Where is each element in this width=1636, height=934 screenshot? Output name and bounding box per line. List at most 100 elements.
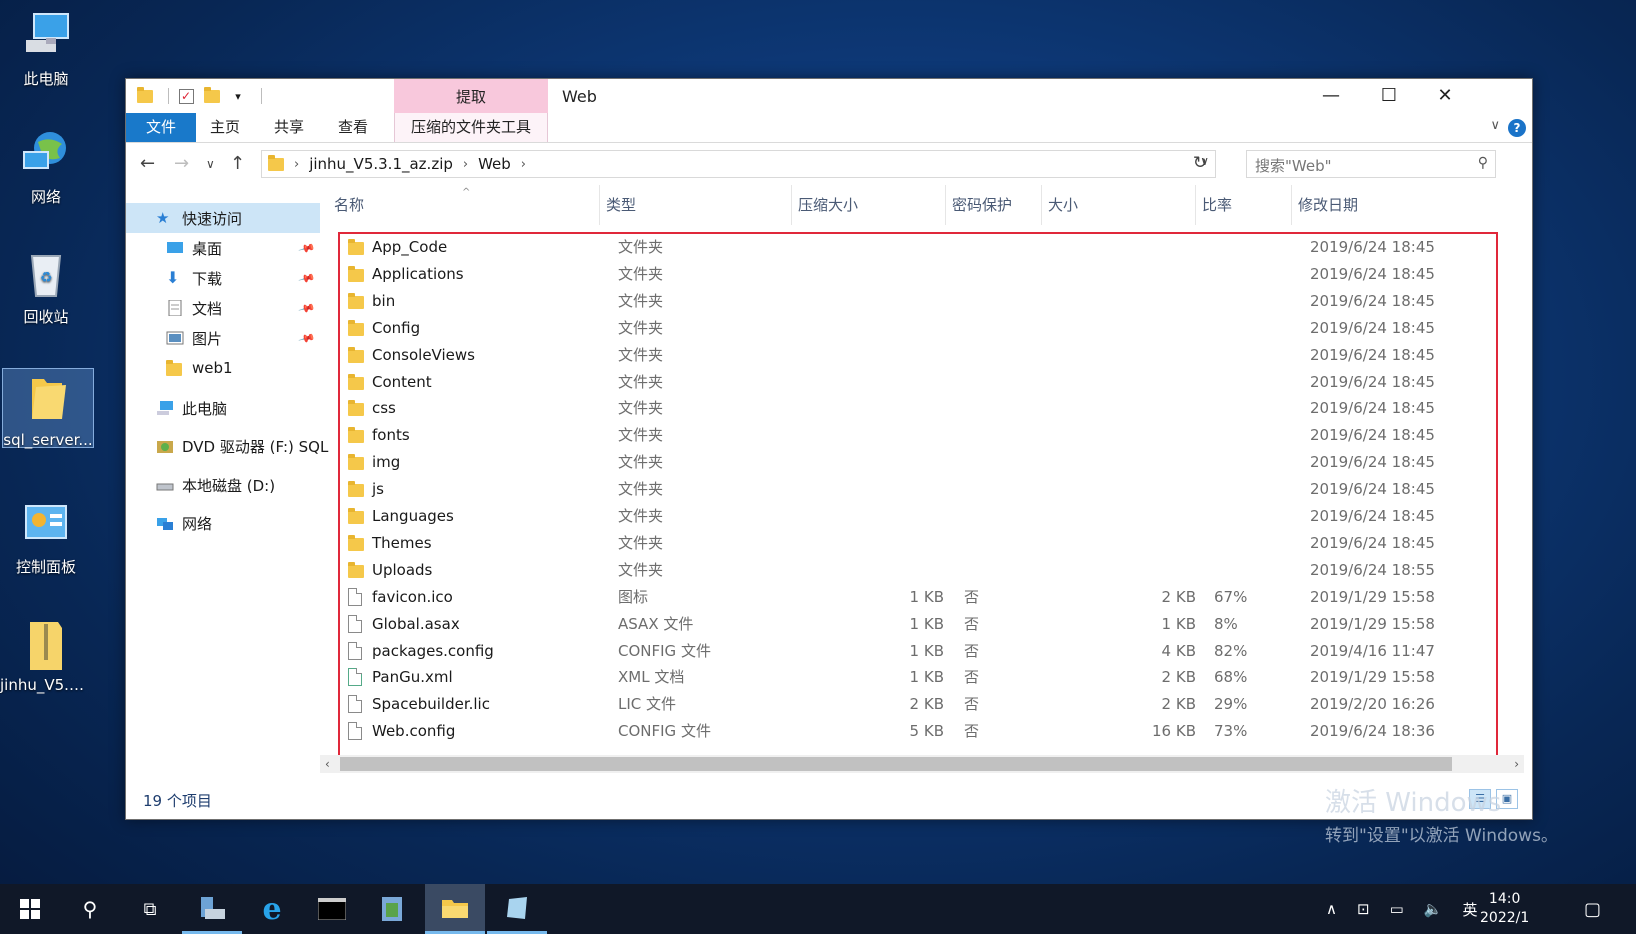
file-row[interactable]: Spacebuilder.lic LIC 文件 2 KB 否 2 KB 29% 2019/2… <box>328 691 1524 717</box>
tab-share[interactable]: 共享 <box>260 113 318 142</box>
tab-file[interactable]: 文件 <box>126 113 196 142</box>
folder-icon <box>348 346 364 363</box>
file-row[interactable]: Uploads 文件夹 2019/6/24 18:55 <box>328 557 1524 583</box>
sql-setup-icon[interactable] <box>487 884 547 934</box>
close-button[interactable]: ✕ <box>1416 79 1474 111</box>
pin-icon[interactable]: 📌 <box>298 329 316 347</box>
expand-ribbon-chevron-icon[interactable]: ∨ <box>1490 118 1500 133</box>
input-method-indicator[interactable]: 英 <box>1462 899 1477 920</box>
tab-view[interactable]: 查看 <box>324 113 382 142</box>
search-input[interactable]: 搜索"Web" ⚲ <box>1246 150 1496 178</box>
file-name: bin <box>372 291 396 310</box>
server-manager-icon[interactable] <box>182 884 242 934</box>
clock[interactable]: 14:0 2022/1 <box>1480 884 1529 934</box>
file-list-pane: 名称 ^ 类型 压缩大小 密码保护 大小 比率 修改日期 App_Code 文件夹… <box>328 185 1524 771</box>
customize-toolbar-chevron-icon[interactable]: ▾ <box>229 87 247 105</box>
file-row[interactable]: ConsoleViews 文件夹 2019/6/24 18:45 <box>328 342 1524 368</box>
desktop-icon-jinhu-zip[interactable]: jinhu_V5.3... <box>0 618 92 694</box>
file-row[interactable]: Themes 文件夹 2019/6/24 18:45 <box>328 530 1524 556</box>
file-row[interactable]: img 文件夹 2019/6/24 18:45 <box>328 449 1524 475</box>
column-header-size[interactable]: 大小 <box>1042 185 1196 225</box>
back-arrow-icon[interactable]: ← <box>140 153 155 174</box>
pin-icon[interactable]: 📌 <box>298 299 316 317</box>
nav-downloads[interactable]: ⬇ 下载 📌 <box>126 263 320 293</box>
help-icon[interactable]: ? <box>1508 119 1526 137</box>
breadcrumb-separator-icon: › <box>520 156 526 172</box>
nav-this-pc[interactable]: 此电脑 <box>126 393 320 423</box>
nav-pictures[interactable]: 图片 📌 <box>126 323 320 353</box>
navigation-pane: ★ 快速访问 桌面 📌 ⬇ 下载 📌 文档 📌 图片 📌 web1 此电脑 DV… <box>126 185 328 775</box>
nav-quick-access[interactable]: ★ 快速访问 <box>126 203 320 233</box>
column-header-modified-date[interactable]: 修改日期 <box>1292 185 1492 225</box>
file-row[interactable]: Languages 文件夹 2019/6/24 18:45 <box>328 503 1524 529</box>
forward-arrow-icon[interactable]: → <box>174 153 189 174</box>
nav-dvd-drive[interactable]: DVD 驱动器 (F:) SQL <box>126 431 328 461</box>
maximize-button[interactable]: ☐ <box>1360 79 1418 111</box>
address-bar[interactable]: › jinhu_V5.3.1_az.zip › Web › ∨ <box>261 150 1216 178</box>
command-prompt-icon[interactable] <box>302 884 362 934</box>
desktop-icon-network[interactable]: 网络 <box>0 128 92 207</box>
desktop-icon-control-panel[interactable]: 控制面板 <box>0 498 92 577</box>
installer-icon[interactable] <box>362 884 422 934</box>
file-row[interactable]: bin 文件夹 2019/6/24 18:45 <box>328 288 1524 314</box>
file-row[interactable]: packages.config CONFIG 文件 1 KB 否 4 KB 82% 2019… <box>328 638 1524 664</box>
scroll-left-arrow-icon[interactable]: ‹ <box>325 755 330 773</box>
file-row[interactable]: js 文件夹 2019/6/24 18:45 <box>328 476 1524 502</box>
horizontal-scrollbar[interactable]: ‹ › <box>320 755 1524 773</box>
desktop-icon-this-pc[interactable]: 此电脑 <box>0 10 92 89</box>
new-folder-icon[interactable] <box>203 86 221 105</box>
nav-documents[interactable]: 文档 📌 <box>126 293 320 323</box>
properties-icon[interactable]: ✓ <box>177 87 195 105</box>
tab-home[interactable]: 主页 <box>196 113 254 142</box>
tab-compressed-folder-tools[interactable]: 压缩的文件夹工具 <box>394 113 548 142</box>
volume-muted-icon[interactable]: 🔈 <box>1424 900 1443 918</box>
pin-icon[interactable]: 📌 <box>298 239 316 257</box>
column-header-ratio[interactable]: 比率 <box>1196 185 1292 225</box>
scrollbar-thumb[interactable] <box>340 757 1452 771</box>
internet-explorer-icon[interactable]: e <box>242 884 302 934</box>
column-header-password-protected[interactable]: 密码保护 <box>946 185 1042 225</box>
nav-web1[interactable]: web1 <box>126 353 320 383</box>
file-row[interactable]: Applications 文件夹 2019/6/24 18:45 <box>328 261 1524 287</box>
pin-icon[interactable]: 📌 <box>298 269 316 287</box>
search-icon[interactable]: ⚲ <box>60 884 120 934</box>
security-alert-icon[interactable]: ⊡ <box>1357 900 1370 918</box>
file-row[interactable]: css 文件夹 2019/6/24 18:45 <box>328 395 1524 421</box>
file-row[interactable]: App_Code 文件夹 2019/6/24 18:45 <box>328 234 1524 260</box>
folder-icon <box>348 373 364 390</box>
desktop-icon-sql-server-folder[interactable]: sql_server... <box>2 368 94 449</box>
address-row: ← → ∨ ↑ › jinhu_V5.3.1_az.zip › Web › ∨ … <box>126 145 1532 183</box>
breadcrumb-zip[interactable]: jinhu_V5.3.1_az.zip <box>309 155 453 173</box>
show-hidden-icons-chevron-icon[interactable]: ∧ <box>1326 900 1337 918</box>
recycle-bin-icon: ♻ <box>20 248 72 300</box>
scroll-right-arrow-icon[interactable]: › <box>1514 755 1519 773</box>
file-row[interactable]: favicon.ico 图标 1 KB 否 2 KB 67% 2019/1/29 15:58 <box>328 584 1524 610</box>
file-row[interactable]: fonts 文件夹 2019/6/24 18:45 <box>328 422 1524 448</box>
desktop-icon-recycle-bin[interactable]: ♻ 回收站 <box>0 248 92 327</box>
file-row[interactable]: Global.asax ASAX 文件 1 KB 否 1 KB 8% 2019/1/29 1… <box>328 611 1524 637</box>
file-row[interactable]: Content 文件夹 2019/6/24 18:45 <box>328 369 1524 395</box>
action-center-icon[interactable]: ▢ <box>1584 884 1601 934</box>
file-row[interactable]: PanGu.xml XML 文档 1 KB 否 2 KB 68% 2019/1/29 15:… <box>328 664 1524 690</box>
nav-network[interactable]: 网络 <box>126 508 320 538</box>
file-name: Web.config <box>372 722 456 741</box>
refresh-icon[interactable]: ↻ <box>1188 153 1212 177</box>
network-status-icon[interactable]: ▭ <box>1390 900 1404 918</box>
column-header-type[interactable]: 类型 <box>600 185 792 225</box>
minimize-button[interactable]: — <box>1302 79 1360 111</box>
nav-desktop[interactable]: 桌面 📌 <box>126 233 320 263</box>
file-explorer-icon[interactable] <box>425 884 485 934</box>
recent-locations-chevron-icon[interactable]: ∨ <box>206 157 215 171</box>
ribbon-tabs: 文件 主页 共享 查看 压缩的文件夹工具 ∨ ? <box>126 113 1532 143</box>
file-compressed-size: 1 KB <box>909 641 944 660</box>
breadcrumb-web[interactable]: Web <box>478 155 511 173</box>
start-button[interactable] <box>0 884 60 934</box>
file-modified-date: 2019/6/24 18:45 <box>1310 426 1435 445</box>
column-header-compressed-size[interactable]: 压缩大小 <box>792 185 946 225</box>
nav-local-disk[interactable]: 本地磁盘 (D:) <box>126 470 320 500</box>
file-row[interactable]: Config 文件夹 2019/6/24 18:45 <box>328 315 1524 341</box>
file-password-protected: 否 <box>964 614 980 633</box>
up-arrow-icon[interactable]: ↑ <box>230 153 245 174</box>
file-row[interactable]: Web.config CONFIG 文件 5 KB 否 16 KB 73% 2019/6/2… <box>328 718 1524 744</box>
task-view-icon[interactable]: ⧉ <box>120 884 180 934</box>
